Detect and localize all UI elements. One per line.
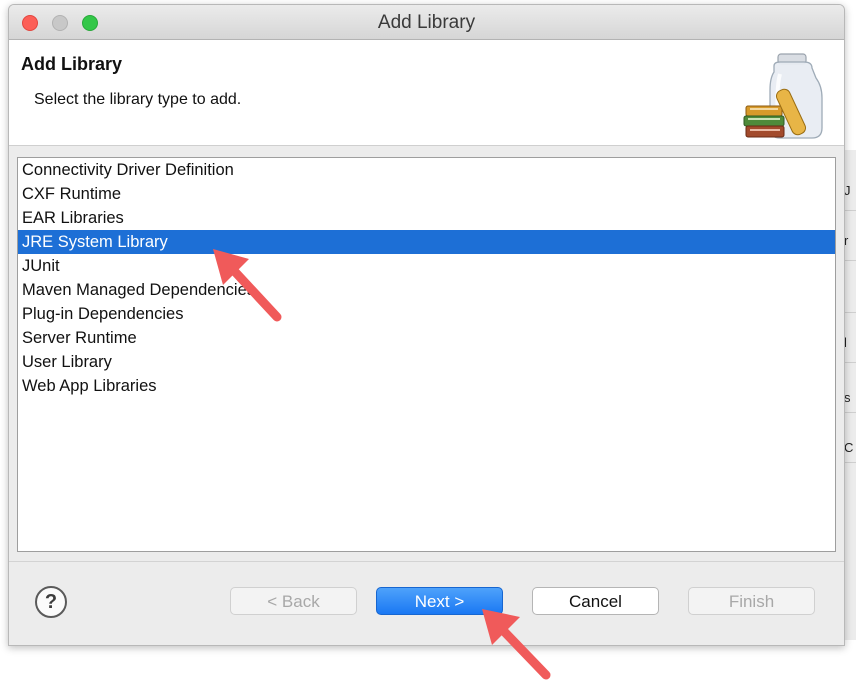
list-item[interactable]: CXF Runtime bbox=[18, 182, 835, 206]
button-bar-separator bbox=[9, 561, 844, 562]
list-item[interactable]: JUnit bbox=[18, 254, 835, 278]
library-jar-icon bbox=[743, 53, 823, 139]
wizard-banner: Add Library Select the library type to a… bbox=[9, 40, 844, 146]
background-glyph: C bbox=[844, 440, 854, 455]
title-bar: Add Library bbox=[9, 5, 844, 40]
window-title: Add Library bbox=[377, 12, 476, 33]
next-button[interactable]: Next > bbox=[376, 587, 503, 615]
list-item[interactable]: Web App Libraries bbox=[18, 374, 835, 398]
banner-title: Add Library bbox=[21, 54, 123, 74]
cancel-button[interactable]: Cancel bbox=[532, 587, 659, 615]
list-item[interactable]: EAR Libraries bbox=[18, 206, 835, 230]
finish-button[interactable]: Finish bbox=[688, 587, 815, 615]
help-icon[interactable]: ? bbox=[35, 586, 67, 618]
list-item[interactable]: User Library bbox=[18, 350, 835, 374]
banner-description: Select the library type to add. bbox=[34, 91, 242, 108]
library-type-list[interactable]: Connectivity Driver Definition CXF Runti… bbox=[17, 157, 836, 552]
list-item[interactable]: Maven Managed Dependencies bbox=[18, 278, 835, 302]
list-item[interactable]: Plug-in Dependencies bbox=[18, 302, 835, 326]
list-item[interactable]: Server Runtime bbox=[18, 326, 835, 350]
list-item[interactable]: Connectivity Driver Definition bbox=[18, 158, 835, 182]
back-button[interactable]: < Back bbox=[230, 587, 357, 615]
list-item-selected[interactable]: JRE System Library bbox=[18, 230, 835, 254]
add-library-dialog: Add Library Add Library Select the libra… bbox=[8, 4, 845, 646]
